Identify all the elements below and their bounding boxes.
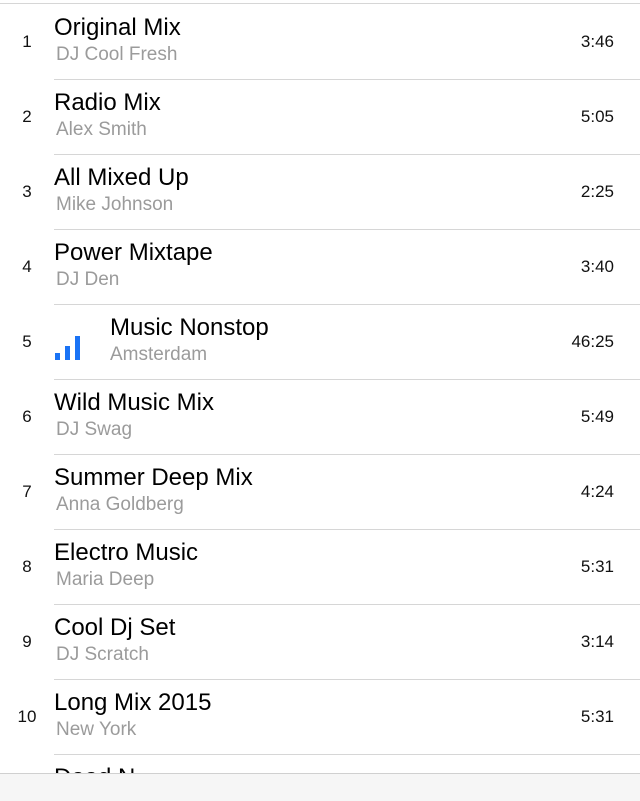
track-info: Electro Music Maria Deep 5:31: [54, 529, 640, 605]
bottom-toolbar: [0, 773, 640, 801]
track-row-5-now-playing[interactable]: 5 Music Nonstop Amsterdam 46:25: [0, 304, 640, 380]
track-duration: 3:14: [580, 631, 614, 651]
track-info: Long Mix 2015 New York 5:31: [54, 679, 640, 755]
track-number: 5: [22, 331, 32, 351]
track-duration: 5:31: [580, 556, 614, 576]
track-row-7[interactable]: 7 Summer Deep Mix Anna Goldberg 4:24: [0, 454, 640, 530]
track-info: All Mixed Up Mike Johnson 2:25: [54, 154, 640, 230]
track-row-3[interactable]: 3 All Mixed Up Mike Johnson 2:25: [0, 154, 640, 230]
track-title: Cool Dj Set: [54, 614, 176, 641]
track-artist: DJ Den: [56, 269, 120, 290]
track-title: Summer Deep Mix: [54, 464, 253, 491]
track-duration: 3:40: [580, 256, 614, 276]
track-row-6[interactable]: 6 Wild Music Mix DJ Swag 5:49: [0, 379, 640, 455]
track-duration: 2:25: [580, 181, 614, 201]
track-title: Long Mix 2015: [54, 689, 212, 716]
track-row-4[interactable]: 4 Power Mixtape DJ Den 3:40: [0, 229, 640, 305]
track-artist: Mike Johnson: [56, 194, 174, 215]
track-number: 1: [22, 31, 32, 51]
track-number: 6: [22, 406, 32, 426]
track-duration: 3:46: [580, 31, 614, 51]
track-title: Power Mixtape: [54, 239, 213, 266]
track-number: 4: [22, 256, 32, 276]
track-artist: DJ Swag: [56, 419, 133, 440]
track-info: Cool Dj Set DJ Scratch 3:14: [54, 604, 640, 680]
track-number: 3: [22, 181, 32, 201]
track-title: Original Mix: [54, 14, 181, 41]
track-info: Wild Music Mix DJ Swag 5:49: [54, 379, 640, 455]
track-title: Radio Mix: [54, 89, 161, 116]
track-duration: 5:05: [580, 106, 614, 126]
track-artist: DJ Cool Fresh: [56, 44, 178, 65]
track-number: 7: [22, 481, 32, 501]
track-title: Music Nonstop: [110, 314, 269, 341]
track-info: Summer Deep Mix Anna Goldberg 4:24: [54, 454, 640, 530]
track-number: 10: [17, 706, 37, 726]
track-info: Radio Mix Alex Smith 5:05: [54, 79, 640, 155]
track-number: 8: [22, 556, 32, 576]
track-title: Wild Music Mix: [54, 389, 214, 416]
track-duration: 4:24: [580, 481, 614, 501]
track-row-2[interactable]: 2 Radio Mix Alex Smith 5:05: [0, 79, 640, 155]
track-number: 2: [22, 106, 32, 126]
track-duration: 46:25: [571, 331, 614, 351]
track-title: All Mixed Up: [54, 164, 189, 191]
track-artist: Amsterdam: [110, 344, 208, 365]
track-artist: New York: [56, 719, 137, 740]
track-duration: 5:31: [580, 706, 614, 726]
track-number: 9: [22, 631, 32, 651]
track-artist: Maria Deep: [56, 569, 155, 590]
track-info: Power Mixtape DJ Den 3:40: [54, 229, 640, 305]
track-row-1[interactable]: 1 Original Mix DJ Cool Fresh 3:46: [0, 4, 640, 80]
track-title: Electro Music: [54, 539, 199, 566]
track-duration: 5:49: [580, 406, 614, 426]
track-info: Original Mix DJ Cool Fresh 3:46: [54, 4, 640, 80]
track-row-11-partial[interactable]: Dead N: [0, 754, 640, 774]
track-info: Dead N: [54, 754, 640, 774]
equalizer-bars-icon: [54, 334, 84, 360]
track-row-8[interactable]: 8 Electro Music Maria Deep 5:31: [0, 529, 640, 605]
track-info: Music Nonstop Amsterdam 46:25: [54, 304, 640, 380]
track-artist: Alex Smith: [56, 119, 147, 140]
track-artist: DJ Scratch: [56, 644, 149, 665]
track-list: 1 Original Mix DJ Cool Fresh 3:46 2 Radi…: [0, 4, 640, 774]
track-row-9[interactable]: 9 Cool Dj Set DJ Scratch 3:14: [0, 604, 640, 680]
track-row-10[interactable]: 10 Long Mix 2015 New York 5:31: [0, 679, 640, 755]
track-artist: Anna Goldberg: [56, 494, 184, 515]
